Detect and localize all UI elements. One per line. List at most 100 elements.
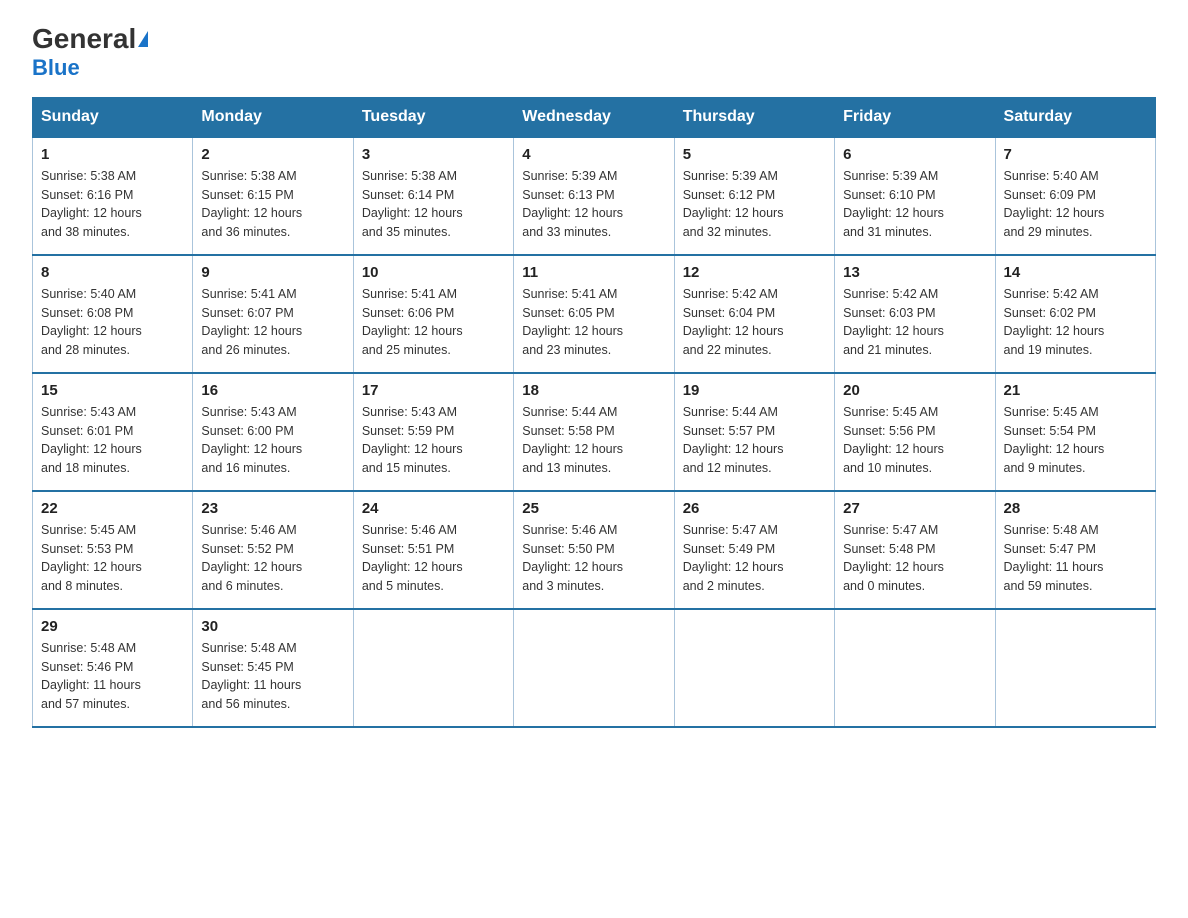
day-number: 21 <box>1004 382 1147 399</box>
day-info: Sunrise: 5:45 AMSunset: 5:56 PMDaylight:… <box>843 403 986 478</box>
calendar-cell: 9 Sunrise: 5:41 AMSunset: 6:07 PMDayligh… <box>193 255 353 373</box>
calendar-week-row: 22 Sunrise: 5:45 AMSunset: 5:53 PMDaylig… <box>33 491 1156 609</box>
day-number: 14 <box>1004 264 1147 281</box>
day-info: Sunrise: 5:39 AMSunset: 6:12 PMDaylight:… <box>683 167 826 242</box>
day-info: Sunrise: 5:41 AMSunset: 6:05 PMDaylight:… <box>522 285 665 360</box>
calendar-cell: 1 Sunrise: 5:38 AMSunset: 6:16 PMDayligh… <box>33 137 193 255</box>
calendar-cell: 13 Sunrise: 5:42 AMSunset: 6:03 PMDaylig… <box>835 255 995 373</box>
day-number: 2 <box>201 146 344 163</box>
day-info: Sunrise: 5:48 AMSunset: 5:47 PMDaylight:… <box>1004 521 1147 596</box>
day-number: 18 <box>522 382 665 399</box>
calendar-cell: 4 Sunrise: 5:39 AMSunset: 6:13 PMDayligh… <box>514 137 674 255</box>
day-info: Sunrise: 5:39 AMSunset: 6:13 PMDaylight:… <box>522 167 665 242</box>
day-info: Sunrise: 5:48 AMSunset: 5:45 PMDaylight:… <box>201 639 344 714</box>
calendar-cell: 25 Sunrise: 5:46 AMSunset: 5:50 PMDaylig… <box>514 491 674 609</box>
day-number: 5 <box>683 146 826 163</box>
weekday-header-row: SundayMondayTuesdayWednesdayThursdayFrid… <box>33 97 1156 137</box>
calendar-week-row: 15 Sunrise: 5:43 AMSunset: 6:01 PMDaylig… <box>33 373 1156 491</box>
day-number: 20 <box>843 382 986 399</box>
weekday-header-friday: Friday <box>835 97 995 137</box>
day-info: Sunrise: 5:38 AMSunset: 6:15 PMDaylight:… <box>201 167 344 242</box>
day-info: Sunrise: 5:47 AMSunset: 5:49 PMDaylight:… <box>683 521 826 596</box>
day-info: Sunrise: 5:38 AMSunset: 6:14 PMDaylight:… <box>362 167 505 242</box>
day-number: 30 <box>201 618 344 635</box>
calendar-cell: 27 Sunrise: 5:47 AMSunset: 5:48 PMDaylig… <box>835 491 995 609</box>
day-info: Sunrise: 5:46 AMSunset: 5:50 PMDaylight:… <box>522 521 665 596</box>
day-number: 7 <box>1004 146 1147 163</box>
calendar-cell: 10 Sunrise: 5:41 AMSunset: 6:06 PMDaylig… <box>353 255 513 373</box>
calendar-cell: 17 Sunrise: 5:43 AMSunset: 5:59 PMDaylig… <box>353 373 513 491</box>
weekday-header-saturday: Saturday <box>995 97 1155 137</box>
calendar-week-row: 29 Sunrise: 5:48 AMSunset: 5:46 PMDaylig… <box>33 609 1156 727</box>
day-info: Sunrise: 5:46 AMSunset: 5:52 PMDaylight:… <box>201 521 344 596</box>
day-number: 16 <box>201 382 344 399</box>
calendar-cell: 14 Sunrise: 5:42 AMSunset: 6:02 PMDaylig… <box>995 255 1155 373</box>
day-number: 28 <box>1004 500 1147 517</box>
day-number: 24 <box>362 500 505 517</box>
day-number: 25 <box>522 500 665 517</box>
day-info: Sunrise: 5:43 AMSunset: 5:59 PMDaylight:… <box>362 403 505 478</box>
day-info: Sunrise: 5:41 AMSunset: 6:07 PMDaylight:… <box>201 285 344 360</box>
weekday-header-wednesday: Wednesday <box>514 97 674 137</box>
day-number: 26 <box>683 500 826 517</box>
calendar-cell: 28 Sunrise: 5:48 AMSunset: 5:47 PMDaylig… <box>995 491 1155 609</box>
day-number: 27 <box>843 500 986 517</box>
weekday-header-thursday: Thursday <box>674 97 834 137</box>
day-number: 1 <box>41 146 184 163</box>
day-number: 13 <box>843 264 986 281</box>
calendar-cell: 30 Sunrise: 5:48 AMSunset: 5:45 PMDaylig… <box>193 609 353 727</box>
calendar-cell: 3 Sunrise: 5:38 AMSunset: 6:14 PMDayligh… <box>353 137 513 255</box>
day-info: Sunrise: 5:42 AMSunset: 6:03 PMDaylight:… <box>843 285 986 360</box>
calendar-cell: 2 Sunrise: 5:38 AMSunset: 6:15 PMDayligh… <box>193 137 353 255</box>
page-header: General Blue <box>32 24 1156 81</box>
day-info: Sunrise: 5:43 AMSunset: 6:00 PMDaylight:… <box>201 403 344 478</box>
calendar-week-row: 8 Sunrise: 5:40 AMSunset: 6:08 PMDayligh… <box>33 255 1156 373</box>
day-info: Sunrise: 5:38 AMSunset: 6:16 PMDaylight:… <box>41 167 184 242</box>
calendar-cell <box>514 609 674 727</box>
day-number: 9 <box>201 264 344 281</box>
day-number: 12 <box>683 264 826 281</box>
day-number: 15 <box>41 382 184 399</box>
calendar-cell: 5 Sunrise: 5:39 AMSunset: 6:12 PMDayligh… <box>674 137 834 255</box>
day-number: 11 <box>522 264 665 281</box>
day-number: 4 <box>522 146 665 163</box>
day-info: Sunrise: 5:45 AMSunset: 5:53 PMDaylight:… <box>41 521 184 596</box>
logo-triangle-icon <box>138 31 148 47</box>
calendar-cell: 6 Sunrise: 5:39 AMSunset: 6:10 PMDayligh… <box>835 137 995 255</box>
calendar-cell: 24 Sunrise: 5:46 AMSunset: 5:51 PMDaylig… <box>353 491 513 609</box>
calendar-cell <box>353 609 513 727</box>
calendar-cell: 7 Sunrise: 5:40 AMSunset: 6:09 PMDayligh… <box>995 137 1155 255</box>
calendar-cell: 16 Sunrise: 5:43 AMSunset: 6:00 PMDaylig… <box>193 373 353 491</box>
calendar-cell: 22 Sunrise: 5:45 AMSunset: 5:53 PMDaylig… <box>33 491 193 609</box>
day-info: Sunrise: 5:40 AMSunset: 6:09 PMDaylight:… <box>1004 167 1147 242</box>
day-number: 29 <box>41 618 184 635</box>
day-number: 3 <box>362 146 505 163</box>
weekday-header-monday: Monday <box>193 97 353 137</box>
day-info: Sunrise: 5:46 AMSunset: 5:51 PMDaylight:… <box>362 521 505 596</box>
day-number: 17 <box>362 382 505 399</box>
day-info: Sunrise: 5:45 AMSunset: 5:54 PMDaylight:… <box>1004 403 1147 478</box>
logo-general-text: General <box>32 24 136 55</box>
calendar-cell: 21 Sunrise: 5:45 AMSunset: 5:54 PMDaylig… <box>995 373 1155 491</box>
calendar-cell: 15 Sunrise: 5:43 AMSunset: 6:01 PMDaylig… <box>33 373 193 491</box>
calendar-cell: 11 Sunrise: 5:41 AMSunset: 6:05 PMDaylig… <box>514 255 674 373</box>
calendar-cell: 19 Sunrise: 5:44 AMSunset: 5:57 PMDaylig… <box>674 373 834 491</box>
day-info: Sunrise: 5:41 AMSunset: 6:06 PMDaylight:… <box>362 285 505 360</box>
day-info: Sunrise: 5:43 AMSunset: 6:01 PMDaylight:… <box>41 403 184 478</box>
day-info: Sunrise: 5:42 AMSunset: 6:02 PMDaylight:… <box>1004 285 1147 360</box>
calendar-week-row: 1 Sunrise: 5:38 AMSunset: 6:16 PMDayligh… <box>33 137 1156 255</box>
day-info: Sunrise: 5:47 AMSunset: 5:48 PMDaylight:… <box>843 521 986 596</box>
day-info: Sunrise: 5:48 AMSunset: 5:46 PMDaylight:… <box>41 639 184 714</box>
calendar-cell: 18 Sunrise: 5:44 AMSunset: 5:58 PMDaylig… <box>514 373 674 491</box>
calendar-table: SundayMondayTuesdayWednesdayThursdayFrid… <box>32 97 1156 728</box>
logo-blue-text: Blue <box>32 55 80 80</box>
day-info: Sunrise: 5:44 AMSunset: 5:57 PMDaylight:… <box>683 403 826 478</box>
logo: General Blue <box>32 24 148 81</box>
calendar-cell: 20 Sunrise: 5:45 AMSunset: 5:56 PMDaylig… <box>835 373 995 491</box>
day-number: 22 <box>41 500 184 517</box>
day-info: Sunrise: 5:42 AMSunset: 6:04 PMDaylight:… <box>683 285 826 360</box>
calendar-cell: 8 Sunrise: 5:40 AMSunset: 6:08 PMDayligh… <box>33 255 193 373</box>
weekday-header-tuesday: Tuesday <box>353 97 513 137</box>
calendar-cell: 26 Sunrise: 5:47 AMSunset: 5:49 PMDaylig… <box>674 491 834 609</box>
day-number: 6 <box>843 146 986 163</box>
